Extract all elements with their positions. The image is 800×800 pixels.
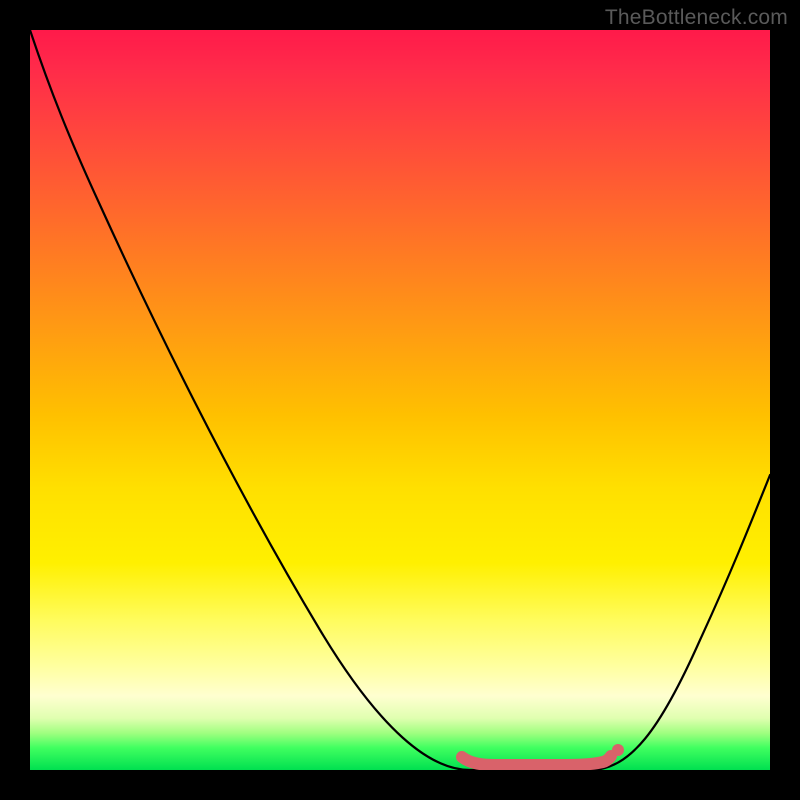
watermark-label: TheBottleneck.com [605,6,788,30]
bottleneck-curve [30,30,770,770]
optimal-marker [462,756,611,765]
curve-svg [30,30,770,770]
optimal-marker-dot [612,744,624,756]
plot-area [30,30,770,770]
chart-container: TheBottleneck.com [0,0,800,800]
